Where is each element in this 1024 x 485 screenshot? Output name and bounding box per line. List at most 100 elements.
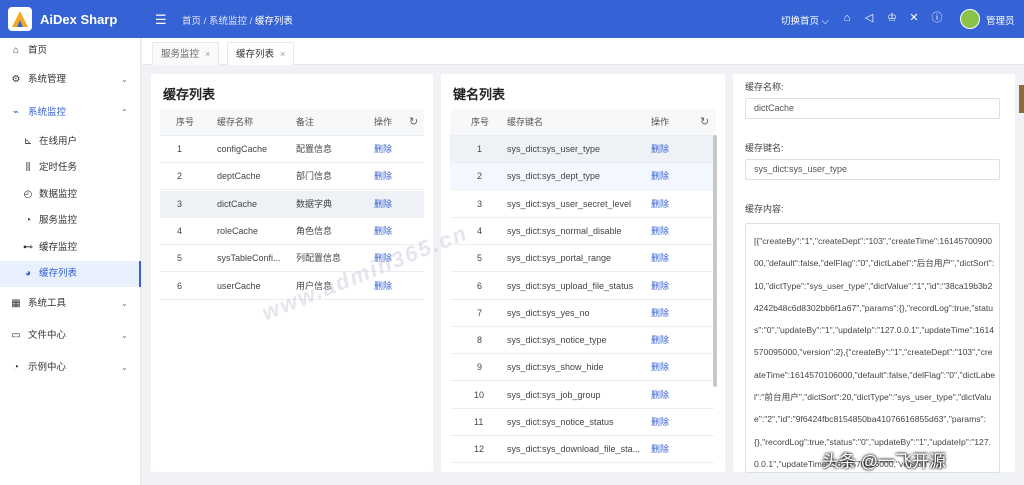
delete-button[interactable]: 删除 [651, 354, 669, 381]
breadcrumb-home[interactable]: 首页 [182, 16, 201, 27]
table-row[interactable]: 5 sys_dict:sys_portal_range 删除 [450, 245, 714, 273]
delete-button[interactable]: 删除 [374, 191, 392, 218]
table-cell: 4 [177, 225, 183, 236]
cache-name-field[interactable]: dictCache [745, 98, 1000, 119]
sidebar-item-label: 数据监控 [39, 189, 78, 200]
sidebar-item-jobs[interactable]: ⫼ 定时任务 [0, 155, 141, 181]
cache-content-textarea[interactable]: [{"createBy":"1","createDept":"103","cre… [745, 223, 1000, 473]
breadcrumb: 首页 / 系统监控 / 缓存列表 [182, 13, 293, 27]
delete-button[interactable]: 删除 [651, 273, 669, 300]
sidebar-item-system[interactable]: ⚙ 系统管理 ⌄ [0, 67, 141, 93]
top-header: AiDex Sharp ☰ 首页 / 系统监控 / 缓存列表 切换首页 ⌵ ⌂ … [0, 0, 1024, 38]
table-row[interactable]: 8 sys_dict:sys_notice_type 删除 [450, 327, 714, 355]
sidebar-item-home[interactable]: ⌂ 首页 [0, 38, 141, 64]
sidebar-item-data-monitor[interactable]: ◴ 数据监控 [0, 182, 141, 208]
column-header: 操作 [374, 117, 393, 127]
sidebar-item-monitor[interactable]: ⌁ 系统监控 ⌃ [0, 100, 141, 126]
delete-button[interactable]: 删除 [651, 163, 669, 190]
avatar[interactable] [960, 9, 980, 29]
line-chart-icon: ⊾ [23, 136, 33, 147]
delete-button[interactable]: 删除 [651, 136, 669, 163]
table-cell: sys_dict:sys_dept_type [507, 171, 601, 182]
speaker-icon[interactable]: ◁ [862, 11, 876, 25]
column-header: 缓存名称 [217, 117, 254, 127]
info-icon[interactable]: ⓘ [930, 11, 944, 25]
delete-button[interactable]: 删除 [374, 136, 392, 163]
app-logo[interactable] [8, 7, 32, 31]
sidebar-item-cache-monitor[interactable]: ⊷ 缓存监控 [0, 235, 141, 261]
table-cell: sys_dict:sys_notice_type [507, 335, 607, 346]
sidebar-item-label: 缓存列表 [39, 268, 78, 279]
table-header: 序号 缓存名称 备注 操作 ↻ [160, 109, 424, 136]
table-row[interactable]: 1 configCache 配置信息 删除 [160, 136, 424, 163]
chevron-down-icon: ⌄ [121, 363, 128, 372]
tools-icon: ▦ [11, 298, 21, 309]
delete-button[interactable]: 删除 [651, 409, 669, 436]
table-cell: dictCache [217, 198, 258, 209]
delete-button[interactable]: 删除 [651, 191, 669, 218]
delete-button[interactable]: 删除 [651, 436, 669, 463]
table-cell: deptCache [217, 171, 261, 182]
sidebar-item-files[interactable]: ▭ 文件中心 ⌄ [0, 323, 141, 349]
table-cell: 5 [477, 253, 483, 264]
table-row[interactable]: 6 sys_dict:sys_upload_file_status 删除 [450, 273, 714, 300]
home-icon[interactable]: ⌂ [840, 11, 854, 25]
sidebar-item-examples[interactable]: ◔ 示例中心 ⌄ [0, 355, 141, 381]
sidebar-item-label: 定时任务 [39, 162, 78, 173]
chevron-down-icon: ⌄ [121, 75, 128, 84]
switch-home-dropdown[interactable]: 切换首页 ⌵ [781, 13, 829, 27]
column-header: 操作 [651, 117, 670, 127]
cache-name-label: 缓存名称: [745, 82, 784, 92]
bar-chart-icon: ⫼ [25, 162, 31, 173]
cache-icon: ⊷ [23, 242, 33, 253]
settings-icon: ⚙ [11, 74, 21, 85]
sidebar-item-online-users[interactable]: ⊾ 在线用户 [0, 129, 141, 155]
table-row[interactable]: 2 sys_dict:sys_dept_type 删除 [450, 163, 714, 191]
refresh-icon[interactable]: ↻ [700, 109, 709, 136]
sidebar-item-label: 在线用户 [39, 136, 78, 147]
table-row[interactable]: 9 sys_dict:sys_show_hide 删除 [450, 354, 714, 382]
card-title: 键名列表 [453, 87, 506, 102]
delete-button[interactable]: 删除 [651, 245, 669, 272]
sidebar-item-service-monitor[interactable]: ◔ 服务监控 [0, 208, 141, 234]
delete-button[interactable]: 删除 [651, 327, 669, 354]
table-row[interactable]: 10 sys_dict:sys_job_group 删除 [450, 382, 714, 409]
table-row[interactable]: 1 sys_dict:sys_user_type 删除 [450, 136, 714, 163]
breadcrumb-monitor[interactable]: 系统监控 [209, 16, 247, 27]
delete-button[interactable]: 删除 [651, 218, 669, 245]
table-row[interactable]: 11 sys_dict:sys_notice_status 删除 [450, 409, 714, 436]
tab-service-monitor[interactable]: 服务监控 × [152, 42, 220, 65]
column-header: 备注 [296, 117, 315, 127]
sidebar-item-tools[interactable]: ▦ 系统工具 ⌄ [0, 291, 141, 317]
refresh-icon[interactable]: ↻ [409, 109, 418, 136]
close-icon[interactable]: × [205, 49, 210, 59]
table-row[interactable]: 3 sys_dict:sys_user_secret_level 删除 [450, 191, 714, 218]
table-row[interactable]: 2 deptCache 部门信息 删除 [160, 163, 424, 191]
close-icon[interactable]: × [280, 49, 285, 59]
table-row[interactable]: 4 roleCache 角色信息 删除 [160, 218, 424, 245]
menu-toggle-icon[interactable]: ☰ [155, 12, 167, 28]
scrollbar[interactable] [713, 135, 717, 387]
sidebar-item-cache-list[interactable]: ◕ 缓存列表 [0, 261, 141, 287]
cache-detail-card: 缓存名称: dictCache 缓存键名: sys_dict:sys_user_… [733, 74, 1015, 473]
table-cell: 3 [177, 198, 183, 209]
table-row[interactable]: 4 sys_dict:sys_normal_disable 删除 [450, 218, 714, 245]
delete-button[interactable]: 删除 [651, 300, 669, 327]
cache-key-field[interactable]: sys_dict:sys_user_type [745, 159, 1000, 180]
table-row[interactable]: 12 sys_dict:sys_download_file_sta... 删除 [450, 436, 714, 464]
delete-button[interactable]: 删除 [374, 218, 392, 245]
table-cell: 部门信息 [296, 171, 333, 182]
table-cell: configCache [217, 144, 268, 154]
theme-icon[interactable]: ♔ [885, 11, 899, 25]
table-cell: 1 [177, 144, 183, 154]
table-row[interactable]: 3 dictCache 数据字典 删除 [160, 190, 424, 218]
table-row[interactable]: 7 sys_dict:sys_yes_no 删除 [450, 300, 714, 327]
delete-button[interactable]: 删除 [374, 163, 392, 190]
tab-cache-list[interactable]: 缓存列表 × [227, 42, 295, 65]
username[interactable]: 管理员 [986, 13, 1015, 27]
sidebar-item-label: 示例中心 [28, 362, 67, 373]
delete-button[interactable]: 删除 [651, 382, 669, 409]
table-cell: 列配置信息 [296, 253, 342, 264]
fullscreen-icon[interactable]: ✕ [907, 11, 921, 25]
sidebar-item-label: 系统工具 [28, 298, 67, 309]
